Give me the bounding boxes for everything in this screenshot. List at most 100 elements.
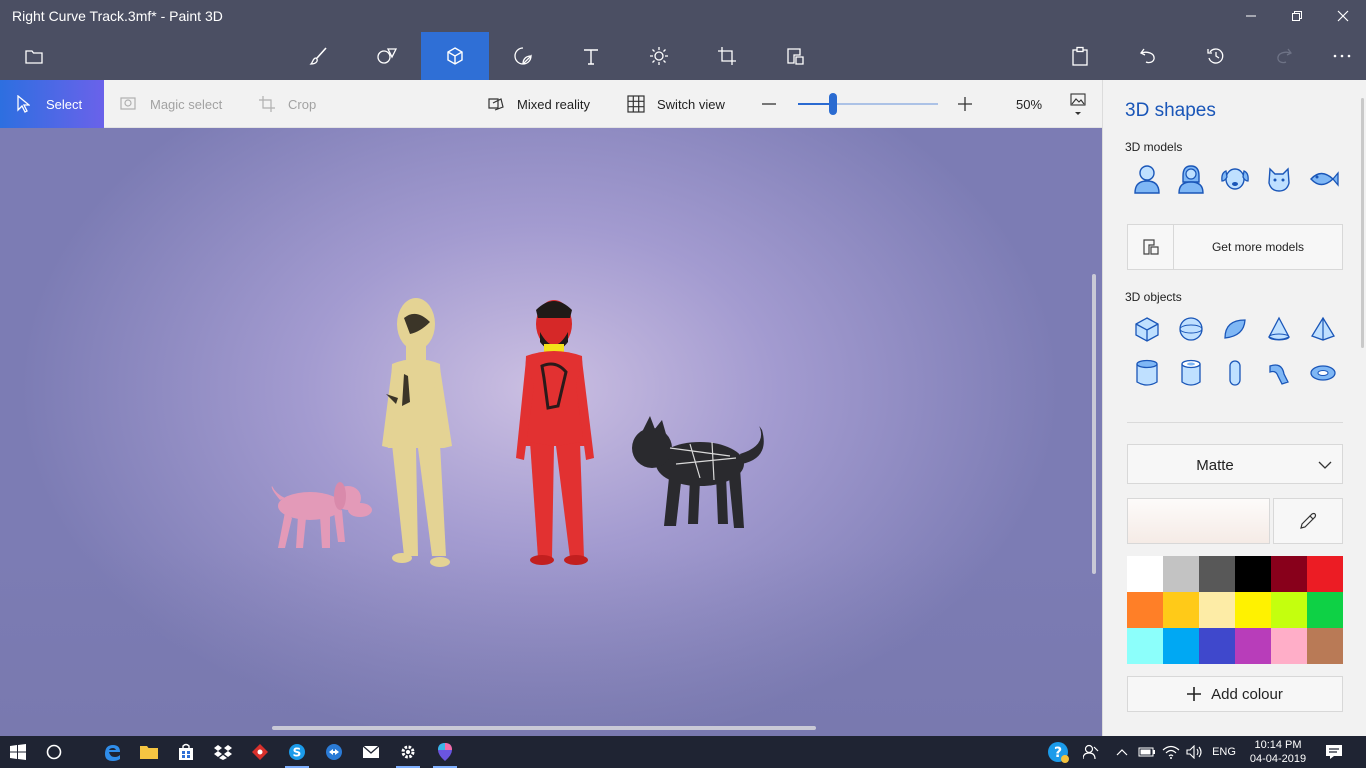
- donut-object-button[interactable]: [1301, 358, 1345, 388]
- text-tool[interactable]: [557, 32, 625, 80]
- view-menu-button[interactable]: [1070, 80, 1086, 128]
- volume-button[interactable]: [1182, 736, 1208, 768]
- man-model-button[interactable]: [1125, 164, 1169, 194]
- cube-object-button[interactable]: [1125, 314, 1169, 344]
- mixed-reality-button[interactable]: Mixed reality: [487, 80, 590, 128]
- cylinder-object-button[interactable]: [1125, 358, 1169, 388]
- brushes-tool[interactable]: [285, 32, 353, 80]
- 3d-shapes-tool[interactable]: [421, 32, 489, 80]
- zoom-slider-thumb[interactable]: [829, 93, 837, 115]
- get-more-models-button[interactable]: Get more models: [1127, 224, 1343, 270]
- material-dropdown[interactable]: Matte: [1127, 444, 1343, 484]
- palette-swatch[interactable]: [1235, 628, 1271, 664]
- crop-button[interactable]: Crop: [258, 80, 316, 128]
- remix-3d-tool[interactable]: [761, 32, 829, 80]
- red-man-model[interactable]: [516, 300, 594, 565]
- cortana-icon: [46, 744, 62, 760]
- canvas-horizontal-scrollbar[interactable]: [272, 726, 816, 730]
- palette-swatch[interactable]: [1271, 556, 1307, 592]
- cat-model[interactable]: [632, 416, 764, 528]
- sphere-object-button[interactable]: [1169, 314, 1213, 344]
- stickers-tool[interactable]: [489, 32, 557, 80]
- palette-swatch[interactable]: [1199, 556, 1235, 592]
- edge-taskbar-icon[interactable]: [94, 736, 130, 768]
- fish-model-button[interactable]: [1301, 164, 1345, 194]
- restore-button[interactable]: [1274, 0, 1320, 32]
- palette-swatch[interactable]: [1163, 556, 1199, 592]
- woman-model-button[interactable]: [1169, 164, 1213, 194]
- language-indicator[interactable]: ENG: [1206, 736, 1242, 768]
- zoom-out-button[interactable]: [761, 80, 777, 128]
- dog-model[interactable]: [271, 482, 372, 548]
- cone-object-button[interactable]: [1257, 314, 1301, 344]
- effects-tool[interactable]: [625, 32, 693, 80]
- help-taskbar-icon[interactable]: ?: [1040, 736, 1076, 768]
- history-button[interactable]: [1182, 32, 1250, 80]
- wifi-button[interactable]: [1158, 736, 1184, 768]
- zoom-slider[interactable]: [798, 80, 938, 128]
- dropbox-taskbar-icon[interactable]: [205, 736, 241, 768]
- palette-swatch[interactable]: [1307, 628, 1343, 664]
- palette-swatch[interactable]: [1199, 628, 1235, 664]
- panel-scrollbar[interactable]: [1361, 98, 1364, 348]
- red-app-taskbar-icon[interactable]: [242, 736, 278, 768]
- undo-button[interactable]: [1114, 32, 1182, 80]
- current-color-swatch[interactable]: [1127, 498, 1270, 544]
- material-value: Matte: [1196, 457, 1234, 474]
- chevron-up-icon: [1116, 749, 1128, 756]
- pyramid-object-button[interactable]: [1301, 314, 1345, 344]
- 2d-shapes-tool[interactable]: [353, 32, 421, 80]
- palette-swatch[interactable]: [1271, 592, 1307, 628]
- switch-view-button[interactable]: Switch view: [627, 80, 725, 128]
- hemisphere-object-button[interactable]: [1213, 314, 1257, 344]
- palette-swatch[interactable]: [1127, 556, 1163, 592]
- canvas-area[interactable]: [0, 128, 1102, 736]
- skype-taskbar-icon[interactable]: S: [279, 736, 315, 768]
- select-button[interactable]: Select: [0, 80, 104, 128]
- eyedropper-button[interactable]: [1273, 498, 1343, 544]
- chevron-down-icon: [1318, 461, 1332, 469]
- cortana-button[interactable]: [36, 736, 72, 768]
- canvas-vertical-scrollbar[interactable]: [1092, 274, 1096, 574]
- teamviewer-taskbar-icon[interactable]: [316, 736, 352, 768]
- hidden-icons-button[interactable]: [1108, 736, 1136, 768]
- start-button[interactable]: [0, 736, 36, 768]
- dog-model-button[interactable]: [1213, 164, 1257, 194]
- menu-button[interactable]: [0, 32, 68, 80]
- tube-object-button[interactable]: [1169, 358, 1213, 388]
- palette-swatch[interactable]: [1163, 628, 1199, 664]
- zoom-level-label: 50%: [1016, 96, 1043, 112]
- paint-3d-taskbar-icon[interactable]: [427, 736, 463, 768]
- palette-swatch[interactable]: [1235, 556, 1271, 592]
- people-button[interactable]: [1076, 736, 1106, 768]
- action-center-button[interactable]: [1316, 736, 1352, 768]
- palette-swatch[interactable]: [1163, 592, 1199, 628]
- cat-model-button[interactable]: [1257, 164, 1301, 194]
- paste-button[interactable]: [1046, 32, 1114, 80]
- palette-swatch[interactable]: [1235, 592, 1271, 628]
- palette-swatch[interactable]: [1271, 628, 1307, 664]
- yellow-man-model[interactable]: [382, 298, 452, 567]
- palette-swatch[interactable]: [1199, 592, 1235, 628]
- clock[interactable]: 10:14 PM 04-04-2019: [1248, 738, 1308, 766]
- dog-icon: [1221, 168, 1249, 190]
- file-explorer-taskbar-icon[interactable]: [131, 736, 167, 768]
- magic-select-button[interactable]: Magic select: [120, 80, 222, 128]
- add-colour-button[interactable]: Add colour: [1127, 676, 1343, 712]
- curved-tube-object-button[interactable]: [1257, 358, 1301, 388]
- magic-select-label: Magic select: [150, 96, 223, 112]
- settings-taskbar-icon[interactable]: [390, 736, 426, 768]
- store-taskbar-icon[interactable]: [168, 736, 204, 768]
- palette-swatch[interactable]: [1307, 556, 1343, 592]
- canvas-tool[interactable]: [693, 32, 761, 80]
- palette-swatch[interactable]: [1307, 592, 1343, 628]
- close-button[interactable]: [1320, 0, 1366, 32]
- zoom-in-button[interactable]: [957, 80, 973, 128]
- more-button[interactable]: [1308, 32, 1366, 80]
- mail-taskbar-icon[interactable]: [353, 736, 389, 768]
- capsule-object-button[interactable]: [1213, 358, 1257, 388]
- battery-button[interactable]: [1134, 736, 1160, 768]
- minimize-button[interactable]: [1228, 0, 1274, 32]
- palette-swatch[interactable]: [1127, 592, 1163, 628]
- palette-swatch[interactable]: [1127, 628, 1163, 664]
